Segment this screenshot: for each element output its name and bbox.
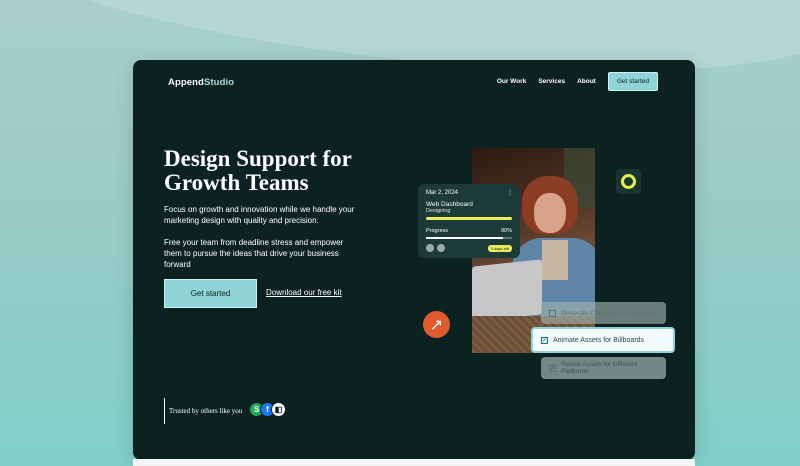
task-item-active[interactable]: ✓ Animate Assets for Billboards (531, 327, 675, 353)
next-section-edge (133, 459, 695, 466)
checkbox-checked-icon[interactable]: ✓ (541, 336, 548, 344)
brand-name-part1: Append (168, 77, 204, 88)
download-kit-link[interactable]: Download our free kit (266, 288, 342, 297)
client-logo-square-icon: ◧ (271, 402, 286, 417)
card-status: Designing (426, 208, 451, 214)
avatar (437, 244, 445, 252)
nav-services[interactable]: Services (538, 78, 565, 85)
more-options-icon[interactable]: ⋮ (507, 189, 513, 196)
get-started-button[interactable]: Get started (164, 279, 257, 308)
trusted-text: Trusted by others like you (169, 407, 243, 415)
task-item[interactable]: Generate Concepts for Campaign (541, 302, 666, 324)
status-bar (426, 217, 512, 220)
hero-paragraph-1: Focus on growth and innovation while we … (164, 205, 355, 225)
card-date: Mar 2, 2024 (426, 190, 459, 196)
task-item[interactable]: ✓ Resize Assets for Different Platforms (541, 357, 666, 379)
progress-row: Progress 90% (426, 228, 512, 234)
arrow-up-right-icon[interactable]: ↗ (423, 311, 450, 338)
trusted-label: Trusted by others like you (164, 398, 242, 424)
avatar (426, 244, 434, 252)
nav-our-work[interactable]: Our Work (497, 78, 527, 85)
checkbox-icon[interactable] (549, 309, 556, 317)
card-project-name: Web Dashboard (426, 201, 473, 208)
loading-ring-icon (616, 169, 641, 194)
checkbox-checked-icon[interactable]: ✓ (549, 364, 556, 372)
task-label: Resize Assets for Different Platforms (561, 361, 638, 375)
project-status-card: Mar 2, 2024 ⋮ Web Dashboard Designing Pr… (418, 184, 520, 258)
days-left-badge: 3 days left (487, 244, 512, 252)
photo-laptop (472, 259, 542, 322)
progress-label: Progress (426, 228, 449, 234)
brand-name-part2: Studio (203, 77, 235, 88)
hero-paragraph-2: Free your team from deadline stress and … (164, 238, 344, 269)
progress-bar (426, 237, 512, 239)
nav-get-started-button[interactable]: Get started (607, 72, 658, 91)
nav-about[interactable]: About (577, 78, 596, 85)
card-footer: 3 days left (426, 244, 512, 252)
task-label: Generate Concepts for Campaign (561, 309, 659, 317)
client-logos: S f ◧ (249, 402, 286, 417)
task-label: Animate Assets for Billboards (553, 336, 645, 344)
photo-shirt (542, 240, 568, 280)
progress-value: 90% (500, 228, 512, 234)
brand-logo[interactable]: AppendStudio (168, 77, 234, 88)
top-nav: Our Work Services About Get started (497, 72, 658, 91)
photo-glasses (535, 206, 565, 214)
hero-title: Design Support for Growth Teams (164, 146, 352, 195)
landing-page-card: AppendStudio Our Work Services About Get… (133, 60, 695, 460)
